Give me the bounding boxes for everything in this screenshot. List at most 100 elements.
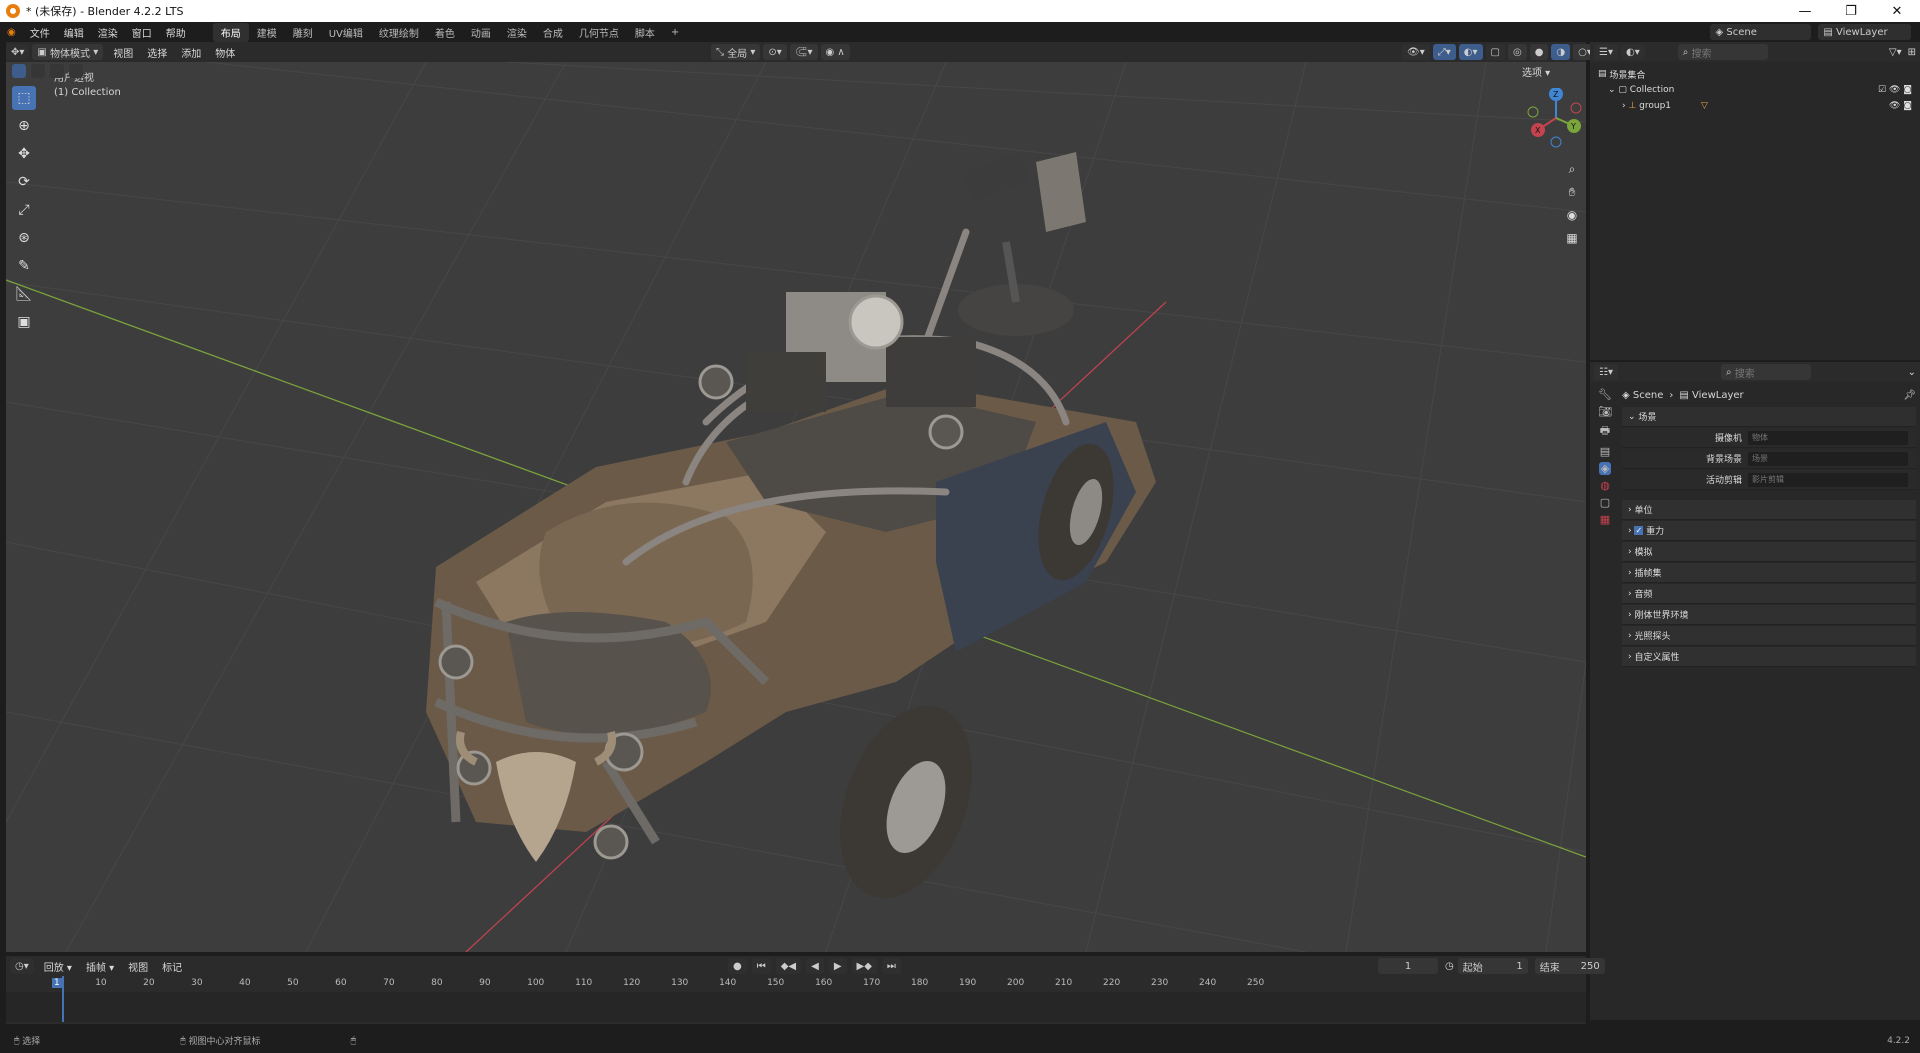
move-icon[interactable]: ✥ — [12, 142, 36, 166]
chevron-down-icon[interactable]: ⌄ — [1608, 85, 1618, 95]
annotate-icon[interactable]: ✎ — [12, 254, 36, 278]
camera-view-icon[interactable]: ◉ — [1561, 204, 1583, 226]
measure-icon[interactable]: 📐︎ — [12, 282, 36, 306]
play-icon[interactable]: ▶ — [828, 958, 847, 974]
auto-keying-icon[interactable]: ● — [728, 958, 747, 974]
background-scene-field[interactable]: 场景 — [1748, 451, 1908, 466]
scene-selector[interactable]: ◈ Scene — [1710, 24, 1812, 40]
timeline-track-area[interactable] — [6, 976, 1586, 1022]
menu-file[interactable]: 文件 — [23, 25, 57, 40]
proportional-edit-icon[interactable]: ◉ ∧ — [820, 44, 850, 60]
menu-window[interactable]: 窗口 — [125, 25, 159, 40]
tab-modeling[interactable]: 建模 — [249, 23, 285, 42]
section-keying-sets[interactable]: › 插帧集 — [1622, 563, 1916, 583]
chevron-down-icon[interactable]: ⌄ — [1908, 367, 1916, 378]
end-frame-field[interactable]: 结束 250 — [1534, 958, 1605, 974]
add-workspace-icon[interactable]: + — [663, 25, 687, 40]
cursor-icon[interactable]: ⊕ — [12, 114, 36, 138]
tab-sculpting[interactable]: 雕刻 — [285, 23, 321, 42]
outliner-scene-collection[interactable]: ▤ 场景集合 — [1598, 66, 1912, 82]
prev-keyframe-icon[interactable]: ◆◀ — [775, 958, 802, 974]
tab-animation[interactable]: 动画 — [463, 23, 499, 42]
pan-hand-icon[interactable]: ✋︎ — [1561, 181, 1583, 203]
mode-selector[interactable]: ▣ 物体模式 ▾ — [32, 44, 104, 60]
viewlayer-selector[interactable]: ▤ ViewLayer — [1818, 24, 1911, 40]
shading-solid-icon[interactable]: ● — [1529, 44, 1549, 60]
section-gravity[interactable]: › ✓ 重力 — [1622, 521, 1916, 541]
start-frame-field[interactable]: 起始 1 — [1457, 958, 1528, 974]
filter-icon[interactable]: ▽▾ — [1889, 47, 1902, 58]
timeline-menu-keying[interactable]: 插帧 ▾ — [79, 959, 121, 974]
close-button[interactable]: ✕ — [1874, 4, 1920, 19]
snap-icon[interactable]: 🧲︎▾ — [789, 44, 818, 60]
next-keyframe-icon[interactable]: ▶◆ — [851, 958, 877, 974]
pivot-point-icon[interactable]: ⊙▾ — [763, 44, 787, 60]
select-box-icon[interactable]: ⬚ — [12, 86, 36, 110]
playhead[interactable] — [62, 976, 64, 1022]
timeline-menu-playback[interactable]: 回放 ▾ — [37, 959, 79, 974]
add-cube-icon[interactable]: ▣ — [12, 310, 36, 334]
menu-edit[interactable]: 编辑 — [57, 25, 91, 40]
viewport-menu-select[interactable]: 选择 — [140, 45, 174, 60]
jump-end-icon[interactable]: ⏭ — [881, 958, 901, 974]
jump-start-icon[interactable]: ⏮ — [751, 958, 771, 974]
tab-texture-paint[interactable]: 纹理绘制 — [371, 23, 427, 42]
collection-visibility-icons[interactable]: ☑ 👁︎ ◙ — [1878, 85, 1912, 95]
visibility-icon[interactable]: 👁︎▾ — [1402, 44, 1430, 60]
vehicle-model[interactable] — [6, 62, 1586, 952]
minimize-button[interactable]: — — [1782, 4, 1828, 19]
menu-help[interactable]: 帮助 — [159, 25, 193, 40]
object-visibility-icons[interactable]: 👁︎ ◙ — [1889, 101, 1912, 111]
outliner-collection-row[interactable]: ⌄ ▢ Collection ☑ 👁︎ ◙ — [1598, 82, 1912, 98]
tab-compositing[interactable]: 合成 — [535, 23, 571, 42]
timeline-ruler[interactable]: 1 10 20 30 40 50 60 70 80 90 100 110 120 130 140 150 160… — [6, 978, 1586, 992]
viewport-menu-view[interactable]: 视图 — [106, 45, 140, 60]
gravity-checkbox[interactable]: ✓ — [1634, 526, 1644, 535]
section-units[interactable]: › 单位 — [1622, 500, 1916, 520]
navigation-gizmo[interactable]: Z X Y — [1526, 88, 1586, 148]
select-subtract-icon[interactable] — [50, 64, 64, 78]
viewport-menu-object[interactable]: 物体 — [208, 45, 242, 60]
tab-rendering[interactable]: 渲染 — [499, 23, 535, 42]
options-button[interactable]: 选项 ▾ — [1522, 64, 1550, 79]
properties-editor-type-icon[interactable]: ☷▾ — [1594, 364, 1618, 380]
scene-panel-header[interactable]: ⌄ 场景 — [1622, 407, 1916, 427]
zoom-icon[interactable]: ⌕ — [1561, 158, 1583, 180]
gizmo-toggle-icon[interactable]: ⤢▾ — [1432, 44, 1456, 60]
outliner-object-row[interactable]: › ⊥ group1 ▽ 👁︎ ◙ — [1598, 98, 1912, 114]
camera-field[interactable]: 物体 — [1748, 430, 1908, 445]
pin-icon[interactable]: 📌︎ — [1903, 390, 1916, 401]
select-extend-icon[interactable] — [31, 64, 45, 78]
tab-geometry-nodes[interactable]: 几何节点 — [571, 23, 627, 42]
viewport-menu-add[interactable]: 添加 — [174, 45, 208, 60]
shading-wireframe-icon[interactable]: ◎ — [1507, 44, 1527, 60]
ortho-grid-icon[interactable]: ▦ — [1561, 227, 1583, 249]
play-reverse-icon[interactable]: ◀ — [806, 958, 824, 974]
outliner-search-input[interactable]: ⌕ 搜索 — [1677, 44, 1768, 60]
properties-search-input[interactable]: ⌕ 搜索 — [1720, 364, 1811, 380]
select-new-icon[interactable] — [12, 64, 26, 78]
display-mode-icon[interactable]: ◐▾ — [1620, 44, 1645, 60]
editor-type-icon[interactable]: ✥▾ — [6, 44, 30, 60]
rotate-icon[interactable]: ⟳ — [12, 170, 36, 194]
section-audio[interactable]: › 音频 — [1622, 584, 1916, 604]
menu-render[interactable]: 渲染 — [91, 25, 125, 40]
outliner-editor-type-icon[interactable]: ☰▾ — [1594, 44, 1618, 60]
new-collection-icon[interactable]: ⊞ — [1908, 47, 1916, 58]
active-clip-field[interactable]: 影片剪辑 — [1748, 472, 1908, 487]
section-rigid-body-world[interactable]: › 刚体世界环境 — [1622, 605, 1916, 625]
tab-scripting[interactable]: 脚本 — [627, 23, 663, 42]
overlay-toggle-icon[interactable]: ◐▾ — [1458, 44, 1483, 60]
select-intersect-icon[interactable] — [69, 64, 83, 78]
section-simulation[interactable]: › 模拟 — [1622, 542, 1916, 562]
tab-uv-editing[interactable]: UV编辑 — [321, 23, 371, 42]
timeline-menu-view[interactable]: 视图 — [121, 959, 155, 974]
restore-button[interactable]: ❐ — [1828, 4, 1874, 19]
timeline-editor-type-icon[interactable]: ◷▾ — [10, 958, 34, 974]
shading-material-icon[interactable]: ◑ — [1551, 44, 1571, 60]
tab-shading[interactable]: 着色 — [427, 23, 463, 42]
section-light-probes[interactable]: › 光照探头 — [1622, 626, 1916, 646]
3d-viewport[interactable]: 用户透视 (1) Collection 选项 ▾ Z X Y ⌕ ✋︎ ◉ ▦ — [6, 62, 1586, 952]
timeline-menu-marker[interactable]: 标记 — [155, 959, 189, 974]
transform-orientation[interactable]: ⤡ 全局 ▾ — [711, 44, 761, 60]
